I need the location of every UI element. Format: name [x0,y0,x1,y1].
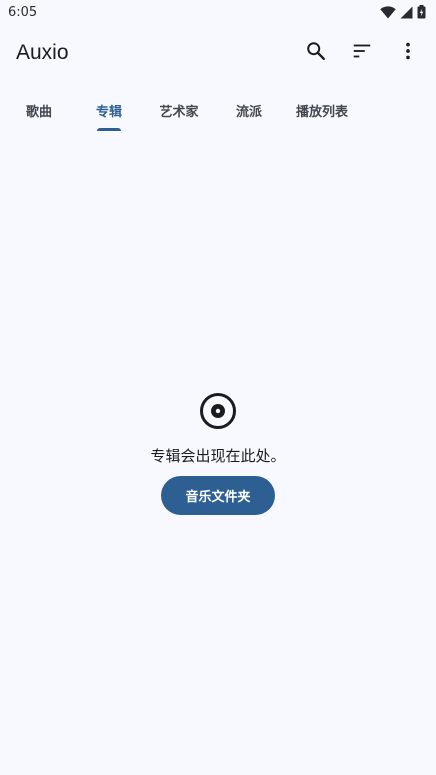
tab-albums[interactable]: 专辑 [86,86,132,134]
more-vert-icon [397,40,419,66]
empty-state-message: 专辑会出现在此处。 [150,447,286,465]
tab-genres[interactable]: 流派 [226,86,272,134]
battery-icon [417,5,426,19]
music-folders-button[interactable]: 音乐文件夹 [161,476,275,515]
status-icons [380,5,426,19]
search-button[interactable] [300,37,332,69]
search-icon [305,40,327,66]
wifi-icon [380,5,396,19]
sort-button[interactable] [346,37,378,69]
tab-playlists[interactable]: 播放列表 [286,86,358,134]
tab-artists[interactable]: 艺术家 [151,86,207,134]
status-bar: 6:05 [0,0,436,24]
tab-indicator [97,128,121,131]
signal-icon [400,6,413,19]
sort-icon [351,40,373,66]
tab-bar: 歌曲 专辑 艺术家 流派 播放列表 [0,86,436,134]
album-icon [199,392,237,430]
tab-songs[interactable]: 歌曲 [16,86,62,134]
app-title: Auxio [16,41,69,64]
more-options-button[interactable] [392,37,424,69]
status-time: 6:05 [8,4,38,20]
top-app-bar: Auxio [0,24,436,86]
